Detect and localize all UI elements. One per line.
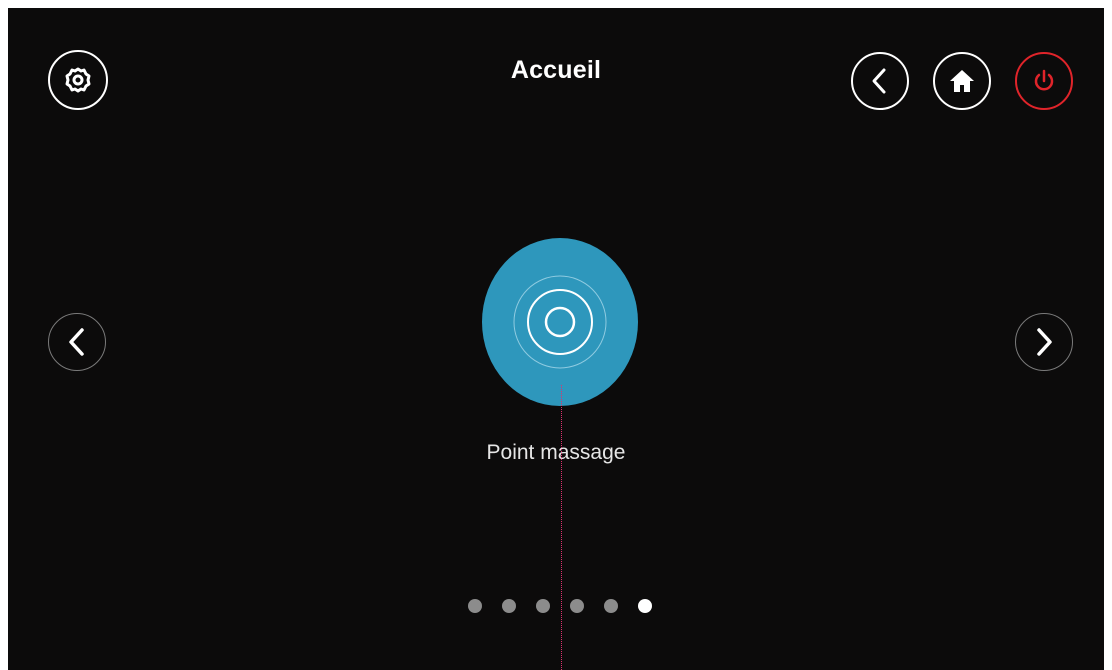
previous-button[interactable] <box>48 313 106 371</box>
center-guide-line <box>561 385 562 670</box>
power-icon <box>1031 68 1057 94</box>
power-button[interactable] <box>1015 52 1073 110</box>
back-button[interactable] <box>851 52 909 110</box>
page-dot-1[interactable] <box>468 599 482 613</box>
page-dot-3[interactable] <box>536 599 550 613</box>
page-dot-5[interactable] <box>604 599 618 613</box>
app-screen: Accueil Point massage <box>8 8 1104 670</box>
page-indicator <box>468 599 652 613</box>
feature-label: Point massage <box>486 441 626 464</box>
page-dot-6-active[interactable] <box>638 599 652 613</box>
chevron-left-icon <box>868 67 892 95</box>
home-icon <box>948 67 976 95</box>
chevron-right-icon <box>1032 327 1056 357</box>
page-dot-2[interactable] <box>502 599 516 613</box>
chevron-left-icon <box>65 327 89 357</box>
next-button[interactable] <box>1015 313 1073 371</box>
point-massage-button[interactable] <box>482 238 638 406</box>
home-button[interactable] <box>933 52 991 110</box>
page-dot-4[interactable] <box>570 599 584 613</box>
